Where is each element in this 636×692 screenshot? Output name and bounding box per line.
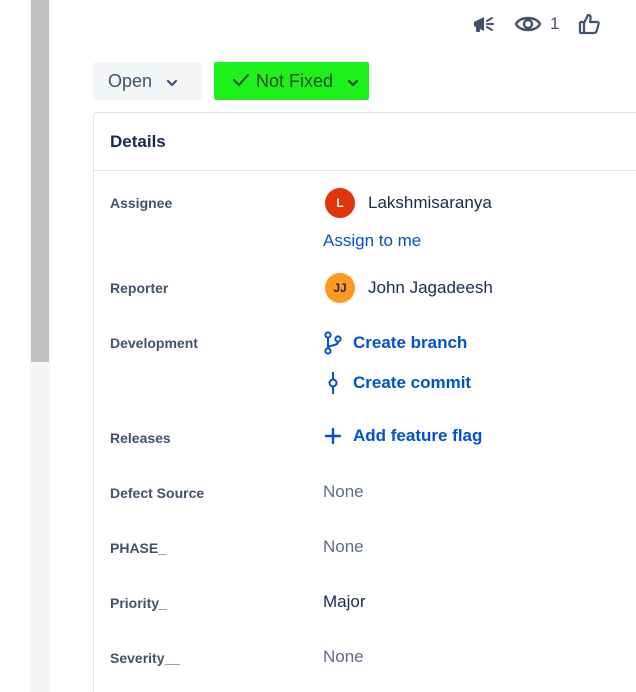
vote-button[interactable] — [577, 12, 601, 36]
releases-label: Releases — [110, 430, 171, 446]
details-header[interactable]: Details — [94, 113, 636, 171]
reporter-label: Reporter — [110, 280, 169, 296]
add-feature-flag-link[interactable]: Add feature flag — [323, 426, 482, 446]
create-branch-link[interactable]: Create branch — [323, 331, 467, 355]
left-gutter — [0, 0, 30, 692]
thumbs-up-icon — [577, 12, 601, 36]
status-row: Open Not Fixed — [93, 62, 369, 100]
watch-count: 1 — [550, 14, 560, 33]
reporter-name: John Jagadeesh — [368, 278, 493, 297]
development-label: Development — [110, 335, 198, 351]
create-branch-label: Create branch — [353, 333, 468, 352]
issue-actions: 1 — [470, 8, 619, 40]
check-icon — [232, 71, 250, 92]
megaphone-icon — [470, 12, 496, 36]
feedback-button[interactable] — [470, 12, 496, 36]
assign-to-me-link[interactable]: Assign to me — [323, 231, 421, 251]
avatar: JJ — [325, 273, 355, 303]
severity-value[interactable]: None — [323, 647, 364, 667]
add-feature-flag-label: Add feature flag — [353, 426, 483, 445]
watch-button[interactable]: 1 — [514, 13, 559, 35]
eye-icon — [514, 13, 542, 35]
defect-source-value[interactable]: None — [323, 482, 364, 502]
avatar: L — [325, 188, 355, 218]
phase-label: PHASE_ — [110, 540, 167, 556]
commit-icon — [323, 371, 345, 395]
resolution-button[interactable]: Not Fixed — [214, 62, 369, 100]
assignee-name: Lakshmisaranya — [368, 193, 492, 212]
assignee-label: Assignee — [110, 195, 173, 211]
phase-value[interactable]: None — [323, 537, 364, 557]
branch-icon — [323, 331, 345, 355]
defect-source-label: Defect Source — [110, 485, 205, 501]
reporter-value[interactable]: JJ John Jagadeesh — [325, 273, 493, 303]
plus-icon — [323, 426, 345, 446]
details-panel: Details Assignee L Lakshmisaranya Assign… — [93, 112, 636, 692]
assignee-value[interactable]: L Lakshmisaranya — [325, 188, 492, 218]
create-commit-label: Create commit — [353, 373, 472, 392]
scrollbar-thumb[interactable] — [31, 0, 49, 362]
create-commit-link[interactable]: Create commit — [323, 371, 471, 395]
workflow-status-button[interactable]: Open — [93, 62, 202, 100]
chevron-down-icon — [347, 71, 359, 92]
severity-label: Severity__ — [110, 650, 181, 666]
priority-value[interactable]: Major — [323, 592, 366, 612]
resolution-label: Not Fixed — [256, 70, 334, 91]
chevron-down-icon — [166, 71, 178, 92]
priority-label: Priority_ — [110, 595, 167, 611]
details-title: Details — [110, 131, 166, 151]
workflow-status-label: Open — [108, 70, 153, 91]
